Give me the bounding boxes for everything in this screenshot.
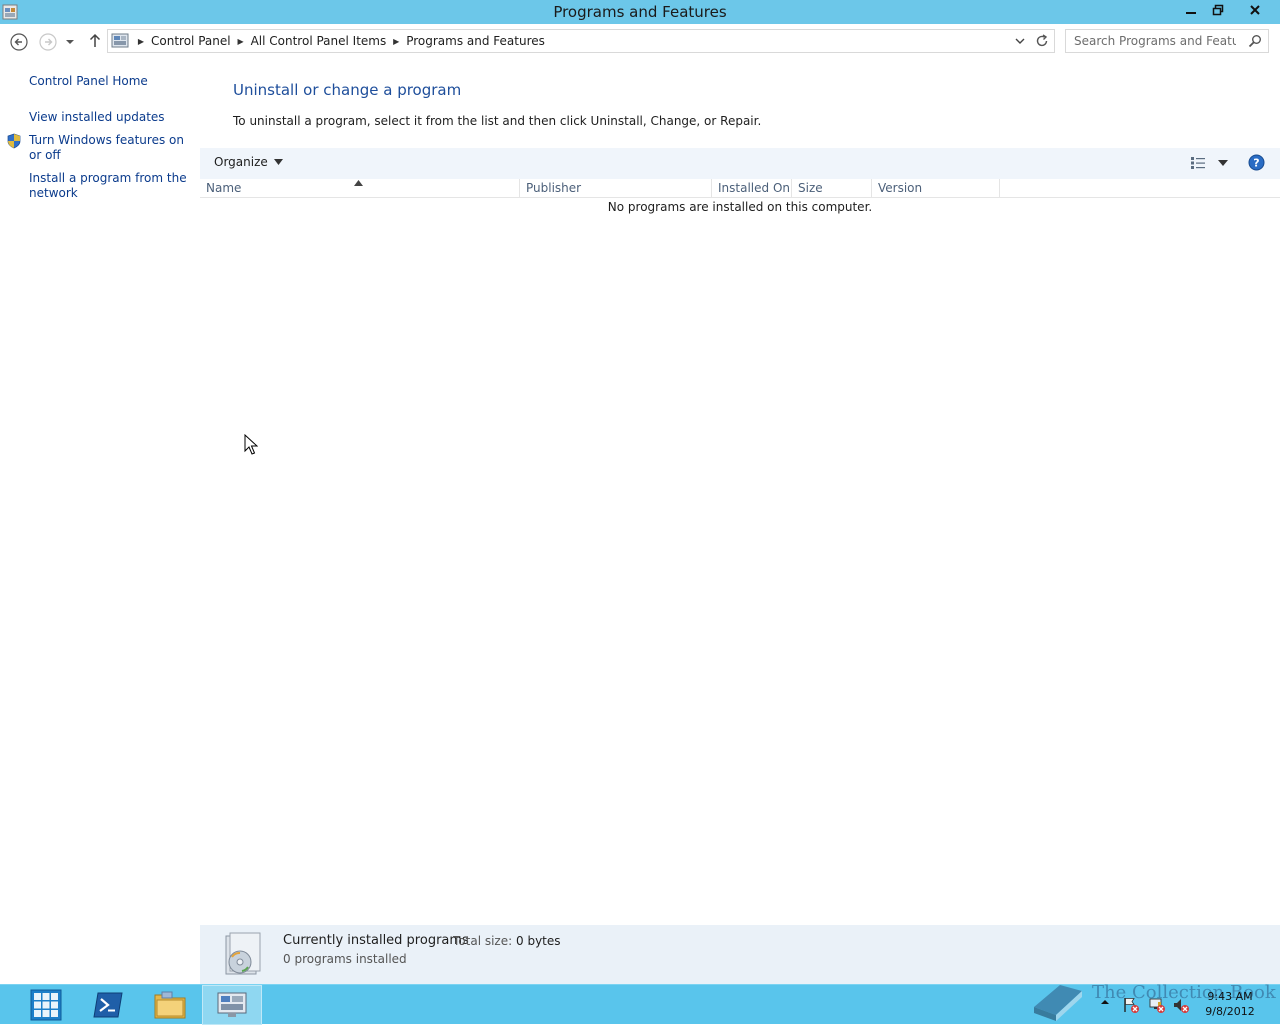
control-panel-home-link[interactable]: Control Panel Home (29, 74, 189, 89)
command-bar: Organize ? (200, 148, 1280, 179)
left-pane: Control Panel Home View installed update… (0, 58, 200, 984)
install-from-network-link[interactable]: Install a program from the network (29, 171, 189, 201)
windows-features-link[interactable]: Turn Windows features on or off (29, 133, 189, 163)
book-icon (1034, 985, 1082, 1021)
start-icon (30, 989, 62, 1021)
mouse-cursor-icon (244, 434, 258, 455)
help-icon[interactable]: ? (1248, 154, 1265, 171)
search-box[interactable] (1065, 29, 1269, 53)
breadcrumb: ▶ Control Panel ▶ All Control Panel Item… (134, 33, 548, 49)
forward-icon[interactable] (38, 32, 58, 52)
chevron-down-icon (273, 159, 283, 165)
title-bar: Programs and Features (0, 0, 1280, 24)
close-button[interactable] (1232, 0, 1278, 20)
window-title: Programs and Features (553, 3, 727, 21)
powershell-icon (93, 992, 123, 1018)
control-panel-icon (111, 33, 129, 48)
file-explorer-button[interactable] (140, 985, 200, 1025)
sort-ascending-icon (354, 180, 363, 186)
view-installed-updates-link[interactable]: View installed updates (29, 110, 189, 125)
close-icon (1250, 5, 1260, 15)
chevron-down-icon[interactable] (1014, 36, 1026, 46)
page-title: Uninstall or change a program (233, 81, 462, 99)
organize-label: Organize (214, 155, 268, 169)
start-button[interactable] (16, 985, 76, 1025)
search-input[interactable] (1066, 30, 1244, 52)
package-icon (225, 932, 261, 975)
refresh-icon[interactable] (1034, 33, 1050, 49)
programs-count: 0 programs installed (283, 952, 407, 966)
volume-icon[interactable] (1172, 996, 1190, 1014)
view-options-chevron-icon[interactable] (1218, 160, 1228, 166)
folder-icon (154, 991, 186, 1019)
total-size-value: 0 bytes (516, 934, 561, 948)
details-title: Currently installed programs (283, 933, 469, 948)
show-hidden-icons-icon[interactable] (1100, 997, 1110, 1007)
breadcrumb-control-panel[interactable]: Control Panel (148, 34, 234, 48)
restore-icon (1212, 4, 1224, 16)
column-name[interactable]: Name (200, 179, 520, 197)
breadcrumb-programs-features[interactable]: Programs and Features (403, 34, 548, 48)
minimize-button[interactable] (1178, 0, 1204, 20)
powershell-button[interactable] (78, 985, 138, 1025)
column-size[interactable]: Size (792, 179, 872, 197)
breadcrumb-separator-icon[interactable]: ▶ (134, 37, 148, 46)
network-icon[interactable] (1148, 996, 1166, 1014)
organize-button[interactable]: Organize (214, 155, 283, 169)
column-publisher[interactable]: Publisher (520, 179, 712, 197)
back-icon[interactable] (9, 32, 29, 52)
breadcrumb-all-items[interactable]: All Control Panel Items (248, 34, 390, 48)
svg-text:?: ? (1253, 157, 1259, 170)
clock-time: 9:43 AM (1207, 990, 1253, 1003)
flag-icon[interactable] (1122, 996, 1140, 1014)
control-panel-icon (217, 992, 247, 1017)
minimize-icon (1186, 12, 1196, 14)
page-description: To uninstall a program, select it from t… (233, 114, 762, 128)
taskbar: The Collection Book 9:43 AM 9/8/2012 (0, 982, 1280, 1025)
clock-date: 9/8/2012 (1205, 1005, 1255, 1018)
details-pane: Currently installed programs Total size:… (200, 925, 1280, 984)
control-panel-taskbar-button[interactable] (202, 985, 262, 1025)
restore-button[interactable] (1205, 0, 1231, 20)
column-header: Name Publisher Installed On Size Version (200, 179, 1280, 198)
empty-list-message: No programs are installed on this comput… (607, 200, 873, 214)
recent-locations-icon[interactable] (64, 36, 76, 48)
address-bar[interactable]: ▶ Control Panel ▶ All Control Panel Item… (107, 29, 1055, 53)
search-icon[interactable] (1248, 34, 1262, 48)
total-size-label: Total size: (453, 934, 513, 948)
navigation-bar: ▶ Control Panel ▶ All Control Panel Item… (0, 24, 1280, 58)
up-icon[interactable] (86, 32, 104, 50)
breadcrumb-separator-icon[interactable]: ▶ (389, 37, 403, 46)
shield-icon (7, 133, 21, 149)
column-installed-on[interactable]: Installed On (712, 179, 792, 197)
view-icon[interactable] (1190, 156, 1206, 170)
column-version[interactable]: Version (872, 179, 1000, 197)
clock[interactable]: 9:43 AM 9/8/2012 (1198, 989, 1262, 1019)
breadcrumb-separator-icon[interactable]: ▶ (234, 37, 248, 46)
